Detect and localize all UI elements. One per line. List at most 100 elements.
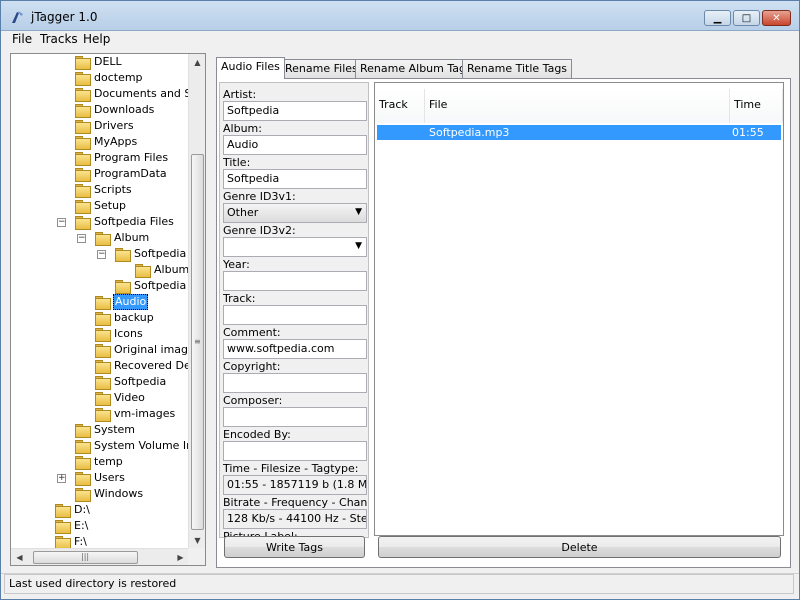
menu-tracks[interactable]: Tracks xyxy=(40,32,78,46)
window-title: jTagger 1.0 xyxy=(31,10,98,24)
write-tags-button[interactable]: Write Tags xyxy=(224,536,365,558)
tree-item[interactable]: Audio xyxy=(11,294,189,310)
tree-item[interactable]: vm-images xyxy=(11,406,189,422)
tree-item-label: Program Files xyxy=(94,151,169,164)
pane-splitter[interactable] xyxy=(207,53,213,566)
menu-bar: File Tracks Help xyxy=(1,31,799,49)
row-file-cell: Softpedia.mp3 xyxy=(429,126,510,139)
tree-item[interactable]: − Softpedia xyxy=(11,246,189,262)
tree-item[interactable]: Softpedia te xyxy=(11,278,201,294)
tree-item[interactable]: Program Files xyxy=(11,150,189,166)
tree-item[interactable]: + Users xyxy=(11,470,189,486)
collapse-icon[interactable]: − xyxy=(97,250,106,259)
tree-item[interactable]: Album xyxy=(11,262,189,278)
tree-item[interactable]: − Album xyxy=(11,230,189,246)
collapse-icon[interactable]: − xyxy=(57,218,66,227)
tree-item[interactable]: doctemp xyxy=(11,70,189,86)
title-bar[interactable]: jTagger 1.0 ▁ □ ✕ xyxy=(1,1,799,31)
tree-item-label: D:\ xyxy=(74,503,90,516)
folder-icon xyxy=(75,152,91,166)
tree-item[interactable]: Softpedia xyxy=(11,374,189,390)
maximize-button[interactable]: □ xyxy=(733,10,760,26)
file-list: Track File Time Softpedia.mp3 01:55 xyxy=(374,82,784,536)
tree-item-label: Icons xyxy=(114,327,143,340)
tree-item[interactable]: Video xyxy=(11,390,189,406)
folder-tree[interactable]: DELL doctemp Documents and Set Downloads Dri… xyxy=(10,53,206,566)
tree-item-label: Softpedia Files xyxy=(94,215,174,228)
tree-item[interactable]: Scripts xyxy=(11,182,189,198)
tree-item[interactable]: Original images xyxy=(11,342,201,358)
tree-item-label: Documents and Set xyxy=(94,87,203,100)
tree-item-label: Scripts xyxy=(94,183,132,196)
album-field[interactable]: Audio xyxy=(223,135,367,155)
scroll-left-icon[interactable]: ◀ xyxy=(11,549,28,565)
tree-item[interactable]: MyApps xyxy=(11,134,189,150)
tree-item-label: Softpedia xyxy=(114,375,167,388)
scroll-right-icon[interactable]: ▶ xyxy=(172,549,189,565)
artist-field[interactable]: Softpedia xyxy=(223,101,367,121)
tree-item[interactable]: Icons xyxy=(11,326,189,342)
year-field[interactable] xyxy=(223,271,367,291)
tree-item[interactable]: backup xyxy=(11,310,189,326)
collapse-icon[interactable]: − xyxy=(77,234,86,243)
tree-vertical-thumb[interactable]: ≡ xyxy=(191,154,204,530)
genre-id3v1-select[interactable]: Other ▼ xyxy=(223,203,367,223)
tree-item[interactable]: System Volume Info xyxy=(11,438,204,454)
tab-audio-files[interactable]: Audio Files xyxy=(216,57,285,79)
column-time[interactable]: Time xyxy=(730,89,783,123)
column-track[interactable]: Track xyxy=(375,89,425,123)
tree-item-label: Album xyxy=(114,231,150,244)
tab-rename-title-tags[interactable]: Rename Title Tags xyxy=(462,59,573,78)
tree-item[interactable]: Windows xyxy=(11,486,189,502)
tree-item[interactable]: Recovered Dele xyxy=(11,358,201,374)
tree-horizontal-thumb[interactable]: ||| xyxy=(33,551,138,564)
tree-item[interactable]: E:\ xyxy=(11,518,189,534)
table-row[interactable]: Softpedia.mp3 01:55 xyxy=(377,125,781,140)
delete-button[interactable]: Delete xyxy=(378,536,781,558)
menu-help[interactable]: Help xyxy=(83,32,110,46)
time-filesize-label: Time - Filesize - Tagtype: xyxy=(223,462,359,475)
folder-icon xyxy=(75,56,91,70)
tree-item-label: E:\ xyxy=(74,519,89,532)
folder-icon xyxy=(75,440,91,454)
tab-rename-files[interactable]: Rename Files xyxy=(280,59,363,78)
composer-field[interactable] xyxy=(223,407,367,427)
time-filesize-field: 01:55 - 1857119 b (1.8 MB) - xyxy=(223,475,367,495)
bitrate-field: 128 Kb/s - 44100 Hz - Stereo xyxy=(223,509,367,529)
tree-item[interactable]: System xyxy=(11,422,189,438)
title-field[interactable]: Softpedia xyxy=(223,169,367,189)
album-label: Album: xyxy=(223,122,262,135)
track-field[interactable] xyxy=(223,305,367,325)
close-button[interactable]: ✕ xyxy=(762,10,791,26)
tree-item-label: Users xyxy=(94,471,125,484)
tree-item[interactable]: DELL xyxy=(11,54,189,70)
copyright-field[interactable] xyxy=(223,373,367,393)
folder-icon xyxy=(75,472,91,486)
tree-item[interactable]: ProgramData xyxy=(11,166,189,182)
menu-file[interactable]: File xyxy=(12,32,32,46)
encoded-by-label: Encoded By: xyxy=(223,428,291,441)
comment-field[interactable]: www.softpedia.com xyxy=(223,339,367,359)
genre-id3v2-select[interactable]: ▼ xyxy=(223,237,367,257)
tree-item-label: vm-images xyxy=(114,407,176,420)
maximize-icon: □ xyxy=(741,12,752,24)
folder-icon xyxy=(75,168,91,182)
tree-item[interactable]: Documents and Set xyxy=(11,86,202,102)
tree-item[interactable]: temp xyxy=(11,454,189,470)
tree-item[interactable]: D:\ xyxy=(11,502,189,518)
column-file[interactable]: File xyxy=(425,89,730,123)
tree-item[interactable]: Setup xyxy=(11,198,189,214)
tab-rename-album-tags[interactable]: Rename Album Tags xyxy=(355,59,477,78)
scroll-down-icon[interactable]: ▼ xyxy=(189,532,205,549)
tree-vertical-scrollbar[interactable]: ▲ ≡ ▼ xyxy=(188,54,205,549)
tree-item[interactable]: − Softpedia Files xyxy=(11,214,189,230)
expand-icon[interactable]: + xyxy=(57,474,66,483)
scroll-up-icon[interactable]: ▲ xyxy=(189,54,205,71)
tree-item[interactable]: Downloads xyxy=(11,102,189,118)
encoded-by-field[interactable] xyxy=(223,441,367,461)
minimize-button[interactable]: ▁ xyxy=(704,10,731,26)
tree-item[interactable]: Drivers xyxy=(11,118,189,134)
folder-icon xyxy=(95,408,111,422)
tree-item-label: DELL xyxy=(94,55,122,68)
tree-horizontal-scrollbar[interactable]: ◀ ||| ▶ xyxy=(11,548,189,565)
